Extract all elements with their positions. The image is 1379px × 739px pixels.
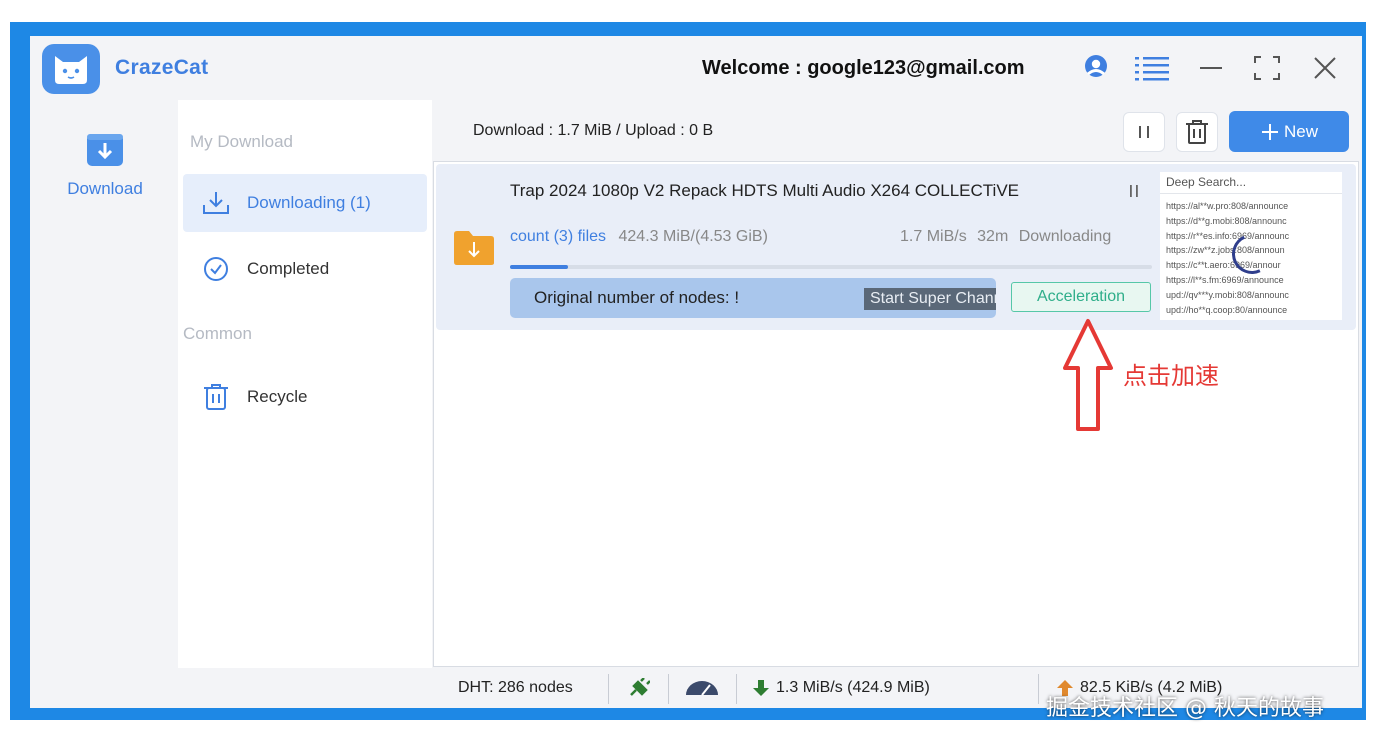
task-name: Trap 2024 1080p V2 Repack HDTS Multi Aud… (510, 181, 1020, 200)
download-box-icon (87, 134, 123, 166)
sidebar-item-downloading[interactable]: Downloading (1) (183, 174, 427, 232)
new-button-label: New (1283, 121, 1318, 141)
divider (736, 674, 737, 704)
annotation-text: 点击加速 (1123, 362, 1219, 390)
tracker-item: https://d**g.mobi:808/announc (1166, 215, 1287, 226)
user-icon[interactable] (1078, 50, 1114, 86)
deep-search-input[interactable]: Deep Search... (1160, 172, 1342, 194)
task-meta: count (3) files 424.3 MiB/(4.53 GiB) (510, 228, 768, 246)
close-icon[interactable] (1310, 50, 1340, 86)
divider (608, 674, 609, 704)
deep-search-panel: Deep Search... https://al**w.pro:808/ann… (1160, 172, 1342, 320)
pause-icon (1139, 126, 1149, 138)
main-panel: Download : 1.7 MiB / Upload : 0 B New Tr… (432, 100, 1362, 668)
maximize-icon[interactable] (1252, 50, 1282, 86)
plugin-icon[interactable] (628, 668, 650, 708)
sidebar-item-recycle[interactable]: Recycle (183, 368, 427, 426)
file-count-link[interactable]: count (3) files (510, 228, 606, 245)
task-size: 424.3 MiB/(4.53 GiB) (618, 228, 768, 245)
rail-download-label: Download (67, 179, 143, 198)
app-title: CrazeCat (115, 56, 209, 79)
progress-fill (510, 265, 568, 269)
section-my-download: My Download (190, 132, 293, 151)
folder-download-icon (453, 230, 495, 266)
nodes-label: Original number of nodes: ! (534, 288, 740, 307)
nodes-panel: Original number of nodes: ! Start Super … (510, 278, 996, 318)
task-status: 1.7 MiB/s 32m Downloading (900, 228, 1111, 246)
tracker-item: upd://ho**q.coop:80/announce (1166, 304, 1288, 315)
screenshot-stage: CrazeCat Welcome : google123@gmail.com D… (0, 0, 1379, 739)
task-eta: 32m (977, 228, 1009, 245)
super-channel-button[interactable]: Start Super Channe (864, 288, 996, 310)
download-speed: 1.3 MiB/s (424.9 MiB) (752, 668, 930, 708)
delete-button[interactable] (1176, 112, 1218, 152)
pause-all-button[interactable] (1123, 112, 1165, 152)
annotation-arrow-icon (1062, 318, 1114, 437)
transfer-stats: Download : 1.7 MiB / Upload : 0 B (473, 122, 714, 139)
plus-icon (1261, 123, 1278, 140)
download-speed-text: 1.3 MiB/s (424.9 MiB) (776, 679, 930, 696)
new-task-button[interactable]: New (1229, 111, 1349, 152)
task-row[interactable]: Trap 2024 1080p V2 Repack HDTS Multi Aud… (436, 164, 1356, 330)
section-common: Common (183, 324, 252, 343)
tracker-item: upd://qv***y.mobi:808/announc (1166, 289, 1289, 300)
divider (668, 674, 669, 704)
sidebar-item-completed[interactable]: Completed (183, 240, 427, 298)
sidebar-item-label: Recycle (247, 387, 308, 406)
task-pause-icon[interactable] (1128, 184, 1140, 201)
acceleration-button[interactable]: Acceleration (1011, 282, 1151, 312)
tracker-item: https://al**w.pro:808/announce (1166, 201, 1289, 211)
task-speed: 1.7 MiB/s (900, 228, 967, 245)
rail-download-button[interactable]: Download (50, 132, 160, 199)
sidebar: My Download Downloading (1) Completed Co… (178, 100, 432, 668)
check-circle-icon (201, 254, 231, 284)
menu-list-icon[interactable] (1132, 50, 1172, 86)
divider (1038, 674, 1039, 704)
dht-nodes: DHT: 286 nodes (458, 679, 573, 696)
download-tray-icon (201, 188, 231, 218)
trash-icon (1186, 120, 1208, 144)
minimize-icon[interactable] (1196, 50, 1226, 86)
task-list: Trap 2024 1080p V2 Repack HDTS Multi Aud… (433, 161, 1359, 667)
sidebar-item-label: Completed (247, 259, 330, 278)
welcome-text: Welcome : google123@gmail.com (702, 57, 1025, 79)
cat-logo-icon (55, 56, 87, 84)
trash-icon (201, 382, 231, 412)
arrow-down-icon (753, 680, 769, 696)
progress-bar (510, 265, 1152, 269)
sidebar-item-label: Downloading (1) (247, 193, 371, 212)
tracker-item: https://l**s.fm:6969/announce (1166, 274, 1284, 285)
task-state: Downloading (1018, 228, 1112, 245)
app-logo (42, 44, 100, 94)
watermark: 掘金技术社区 @ 秋天的故事 (1046, 696, 1324, 721)
speedometer-icon[interactable] (685, 668, 719, 708)
